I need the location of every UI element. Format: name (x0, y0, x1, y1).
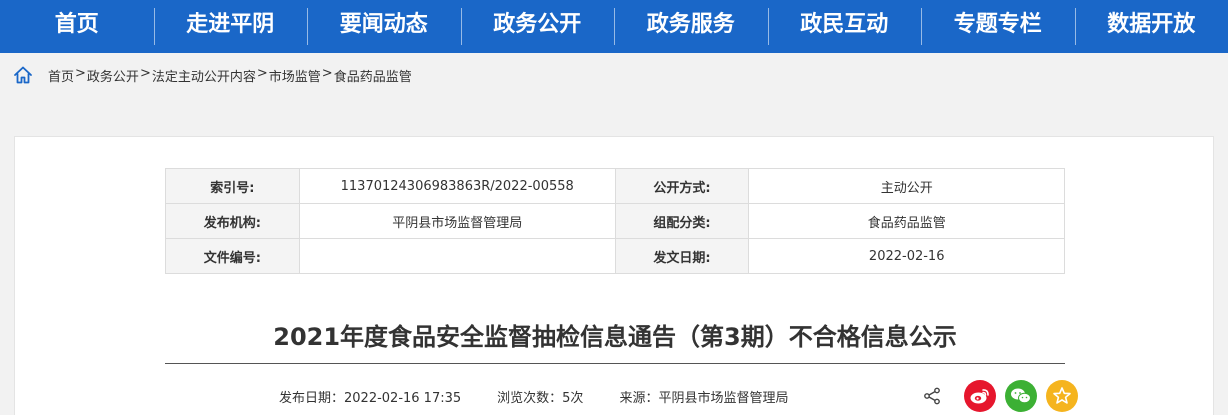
nav-item-news[interactable]: 要闻动态 (307, 0, 461, 53)
meta-table: 索引号: 11370124306983863R/2022-00558 公开方式:… (165, 168, 1065, 274)
index-value: 11370124306983863R/2022-00558 (298, 168, 616, 204)
publish-date: 发布日期：2022-02-16 17:35 (279, 391, 462, 406)
breadcrumb-home[interactable]: 首页 (48, 66, 74, 85)
nav-item-home[interactable]: 首页 (0, 0, 154, 53)
publisher-value: 平阴县市场监督管理局 (298, 203, 616, 239)
nav-item-topics[interactable]: 专题专栏 (921, 0, 1075, 53)
view-count: 浏览次数：5次 (497, 391, 584, 406)
category-value: 食品药品监管 (748, 203, 1065, 239)
breadcrumb-gov-open[interactable]: 政务公开 (87, 66, 139, 85)
nav-item-interaction[interactable]: 政民互动 (767, 0, 922, 53)
article-info: 发布日期：2022-02-16 17:35 浏览次数：5次 来源：平阴县市场监督… (279, 387, 788, 406)
weibo-icon (970, 389, 989, 404)
breadcrumb-market[interactable]: 市场监管 (269, 66, 321, 85)
table-row: 文件编号: 发文日期: 2022-02-16 (165, 238, 1065, 274)
issue-date-value: 2022-02-16 (748, 238, 1065, 274)
issue-date-label: 发文日期: (614, 238, 750, 274)
publisher-label: 发布机构: (165, 203, 300, 239)
title-divider (165, 363, 1065, 364)
breadcrumb-separator: > (75, 66, 86, 81)
breadcrumb-bar: 首页 > 政务公开 > 法定主动公开内容 > 市场监管 > 食品药品监管 (0, 53, 1228, 97)
doc-no-label: 文件编号: (165, 238, 300, 274)
category-label: 组配分类: (614, 203, 750, 239)
table-row: 索引号: 11370124306983863R/2022-00558 公开方式:… (165, 168, 1065, 204)
open-mode-label: 公开方式: (614, 168, 750, 204)
breadcrumb-food-drug[interactable]: 食品药品监管 (334, 66, 412, 85)
nav-item-gov-open[interactable]: 政务公开 (460, 0, 615, 53)
weibo-share-button[interactable] (964, 380, 996, 412)
favorite-button[interactable] (1046, 380, 1078, 412)
breadcrumb-separator: > (321, 66, 333, 81)
article-title: 2021年度食品安全监督抽检信息通告（第3期）不合格信息公示 (273, 323, 957, 351)
breadcrumb-statutory[interactable]: 法定主动公开内容 (152, 66, 256, 85)
breadcrumb-separator: > (256, 66, 268, 81)
nav-item-about[interactable]: 走进平阴 (153, 0, 308, 53)
nav-item-open-data[interactable]: 数据开放 (1074, 0, 1228, 53)
home-icon[interactable] (13, 65, 33, 85)
nav-item-gov-service[interactable]: 政务服务 (614, 0, 768, 53)
breadcrumb: 首页 > 政务公开 > 法定主动公开内容 > 市场监管 > 食品药品监管 (48, 66, 412, 85)
open-mode-value: 主动公开 (748, 168, 1065, 204)
share-bar (923, 380, 1078, 412)
share-icon[interactable] (923, 387, 941, 405)
wechat-share-button[interactable] (1005, 380, 1037, 412)
article-source: 来源：平阴县市场监督管理局 (619, 391, 789, 406)
doc-no-value (298, 238, 616, 274)
top-nav: 首页 走进平阴 要闻动态 政务公开 政务服务 政民互动 专题专栏 数据开放 (0, 0, 1228, 53)
star-icon (1053, 387, 1071, 404)
breadcrumb-separator: > (139, 66, 151, 81)
wechat-icon (1011, 388, 1031, 404)
index-label: 索引号: (165, 168, 300, 204)
table-row: 发布机构: 平阴县市场监督管理局 组配分类: 食品药品监管 (165, 203, 1065, 239)
content-card: 索引号: 11370124306983863R/2022-00558 公开方式:… (14, 136, 1214, 415)
